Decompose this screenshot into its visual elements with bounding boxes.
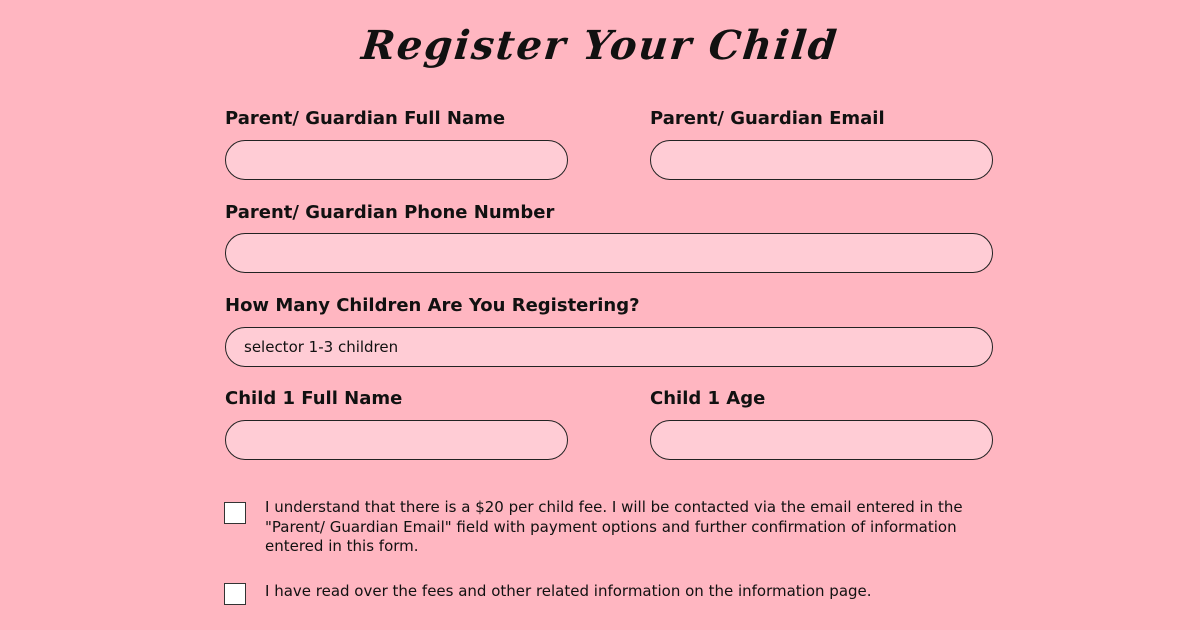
form-title: Register Your Child <box>359 22 841 69</box>
parent-email-label: Parent/ Guardian Email <box>650 108 885 129</box>
parent-phone-input[interactable] <box>225 233 993 273</box>
children-count-label: How Many Children Are You Registering? <box>225 295 640 316</box>
children-count-value: selector 1-3 children <box>244 338 399 356</box>
parent-email-input[interactable] <box>650 140 993 180</box>
parent-name-input[interactable] <box>225 140 568 180</box>
parent-name-label: Parent/ Guardian Full Name <box>225 108 506 129</box>
fee-ack-text: I understand that there is a $20 per chi… <box>265 498 963 555</box>
parent-phone-label: Parent/ Guardian Phone Number <box>225 202 555 223</box>
child1-name-input[interactable] <box>225 420 568 460</box>
child1-age-input[interactable] <box>650 420 993 460</box>
child1-age-label: Child 1 Age <box>650 388 766 409</box>
children-count-select[interactable]: selector 1-3 children <box>225 327 993 367</box>
info-ack-checkbox[interactable] <box>224 583 246 605</box>
child1-name-label: Child 1 Full Name <box>225 388 403 409</box>
fee-ack-checkbox[interactable] <box>224 502 246 524</box>
info-ack-text: I have read over the fees and other rela… <box>265 582 872 600</box>
